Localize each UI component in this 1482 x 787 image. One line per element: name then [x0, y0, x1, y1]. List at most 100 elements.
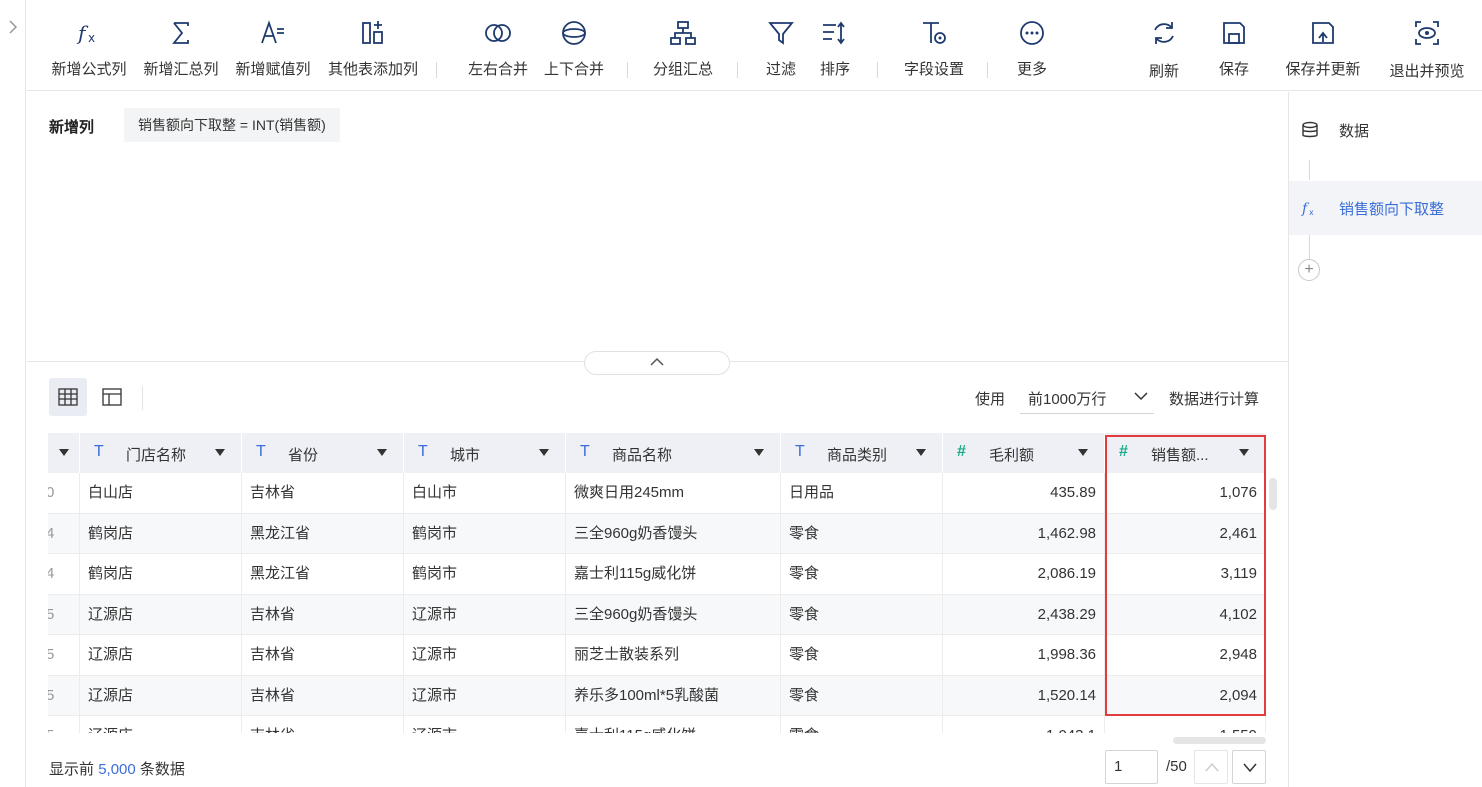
caret-down-icon[interactable]: [916, 449, 926, 456]
column-name: 商品名称: [612, 447, 673, 464]
column-header[interactable]: # 销售额...: [1105, 433, 1266, 473]
column-header[interactable]: T 城市: [404, 433, 566, 473]
formula-expression[interactable]: 销售额向下取整 = INT(销售额): [124, 108, 340, 142]
column-name: 门店名称: [126, 447, 187, 464]
add-assign-column-button[interactable]: 新增赋值列: [231, 0, 315, 91]
prev-page-button[interactable]: [1194, 750, 1228, 784]
caret-down-icon[interactable]: [539, 449, 549, 456]
sort-button[interactable]: 排序: [813, 0, 857, 91]
save-update-icon: [1312, 22, 1334, 44]
vertical-scrollbar[interactable]: [1269, 478, 1277, 510]
layout-view-button[interactable]: [93, 378, 131, 416]
caret-down-icon[interactable]: [215, 449, 225, 456]
table-row[interactable]: 0白山店吉林省白山市微爽日用245mm日用品435.891,076: [48, 473, 1266, 514]
save-button[interactable]: 保存: [1211, 0, 1257, 91]
table-row[interactable]: 5辽源店吉林省辽源市丽芝士散装系列零食1,998.362,948: [48, 635, 1266, 676]
column-name: 城市: [450, 447, 481, 464]
steps-panel: 数据 fx 销售额向下取整 +: [1288, 92, 1482, 787]
table-cell: 5: [48, 594, 80, 635]
table-cell: 辽源店: [80, 594, 242, 635]
table-cell: 435.89: [943, 473, 1105, 513]
table-cell: 4: [48, 513, 80, 554]
collapse-toggle[interactable]: [584, 351, 730, 375]
table-cell: 5: [48, 675, 80, 716]
table-cell: 1,462.98: [943, 513, 1105, 554]
table-cell: 3,119: [1105, 554, 1266, 594]
text-type-icon: T: [256, 443, 266, 460]
toolbar-divider: [436, 62, 437, 78]
table-cell: 日用品: [781, 473, 943, 513]
more-icon: [1020, 21, 1044, 45]
more-button[interactable]: 更多: [1009, 0, 1055, 91]
preview-icon: [1415, 21, 1439, 45]
table-row[interactable]: 4鹤岗店黑龙江省鹤岗市嘉士利115g威化饼零食2,086.193,119: [48, 554, 1266, 595]
view-divider: [142, 386, 143, 410]
save-icon: [1223, 22, 1245, 44]
tool-label: 刷新: [1148, 63, 1179, 80]
table-row[interactable]: 5辽源店吉林省辽源市嘉士利115g威化饼零食1,043.11,559: [48, 716, 1266, 733]
table-cell: 2,461: [1105, 513, 1266, 554]
data-table: T 门店名称 T 省份 T城市T商品名称T商品类别#毛利额#销售额...0白山店吉林省白…: [48, 433, 1266, 733]
field-settings-button[interactable]: 字段设置: [897, 0, 971, 91]
table-cell: 零食: [781, 635, 943, 675]
table-row[interactable]: 5辽源店吉林省辽源市三全960g奶香馒头零食2,438.294,102: [48, 594, 1266, 635]
table-cell: 养乐多100ml*5乳酸菌: [566, 675, 781, 716]
tool-label: 分组汇总: [652, 61, 713, 78]
tool-label: 新增赋值列: [235, 61, 311, 78]
grid-view-button[interactable]: [49, 378, 87, 416]
toolbar-divider: [737, 62, 738, 78]
column-name: 省份: [288, 447, 319, 464]
text-type-icon: T: [94, 443, 104, 460]
column-header[interactable]: T 省份: [242, 433, 404, 473]
column-header[interactable]: T 商品名称: [566, 433, 781, 473]
table-row[interactable]: 5辽源店吉林省辽源市养乐多100ml*5乳酸菌零食1,520.142,094: [48, 675, 1266, 716]
table-cell: 5: [48, 635, 80, 675]
field-settings-icon: [923, 22, 946, 44]
page-number-input[interactable]: 1: [1105, 750, 1158, 784]
add-column-from-table-button[interactable]: 其他表添加列: [323, 0, 423, 91]
count-value: 5,000: [98, 761, 136, 778]
svg-text:x: x: [1309, 208, 1314, 217]
merge-vertical-icon: [562, 21, 586, 45]
save-and-update-button[interactable]: 保存并更新: [1277, 0, 1369, 91]
table-cell: 白山市: [404, 473, 566, 513]
chevron-down-icon: [1243, 763, 1257, 773]
step-formula-column[interactable]: fx 销售额向下取整: [1289, 181, 1482, 235]
add-summary-column-button[interactable]: 新增汇总列: [139, 0, 223, 91]
add-step-button[interactable]: +: [1298, 259, 1320, 281]
horizontal-scrollbar[interactable]: [1173, 737, 1266, 744]
table-cell: 丽芝士散装系列: [566, 635, 781, 675]
caret-down-icon[interactable]: [59, 449, 69, 456]
table-cell: 鹤岗市: [404, 513, 566, 554]
column-header[interactable]: # 毛利额: [943, 433, 1105, 473]
tool-label: 更多: [1016, 61, 1047, 78]
layout-icon: [102, 388, 122, 406]
table-cell: 2,094: [1105, 675, 1266, 716]
group-summary-button[interactable]: 分组汇总: [645, 0, 721, 91]
caret-down-icon[interactable]: [1239, 449, 1249, 456]
caret-down-icon[interactable]: [377, 449, 387, 456]
table-cell: 0: [48, 473, 80, 513]
column-header[interactable]: T 商品类别: [781, 433, 943, 473]
caret-down-icon[interactable]: [754, 449, 764, 456]
tool-label: 左右合并: [467, 61, 528, 78]
rows-limit-select[interactable]: 前1000万行: [1020, 380, 1154, 414]
table-cell: 辽源店: [80, 716, 242, 733]
chevron-right-icon[interactable]: [8, 20, 18, 34]
step-data[interactable]: 数据: [1289, 103, 1482, 157]
add-formula-column-button[interactable]: fx 新增公式列: [47, 0, 131, 91]
database-icon: [1302, 121, 1318, 138]
exit-and-preview-button[interactable]: 退出并预览: [1381, 0, 1473, 91]
table-row[interactable]: 4鹤岗店黑龙江省鹤岗市三全960g奶香馒头零食1,462.982,461: [48, 513, 1266, 554]
next-page-button[interactable]: [1232, 750, 1266, 784]
table-cell: 零食: [781, 513, 943, 554]
merge-horizontal-button[interactable]: 左右合并: [463, 0, 533, 91]
sort-icon: [823, 21, 845, 45]
merge-vertical-button[interactable]: 上下合并: [539, 0, 609, 91]
refresh-button[interactable]: 刷新: [1141, 0, 1187, 91]
column-header-cropped[interactable]: [48, 433, 80, 473]
column-header[interactable]: T 门店名称: [80, 433, 242, 473]
filter-button[interactable]: 过滤: [759, 0, 803, 91]
caret-down-icon[interactable]: [1078, 449, 1088, 456]
chevron-down-icon: [1134, 392, 1148, 401]
